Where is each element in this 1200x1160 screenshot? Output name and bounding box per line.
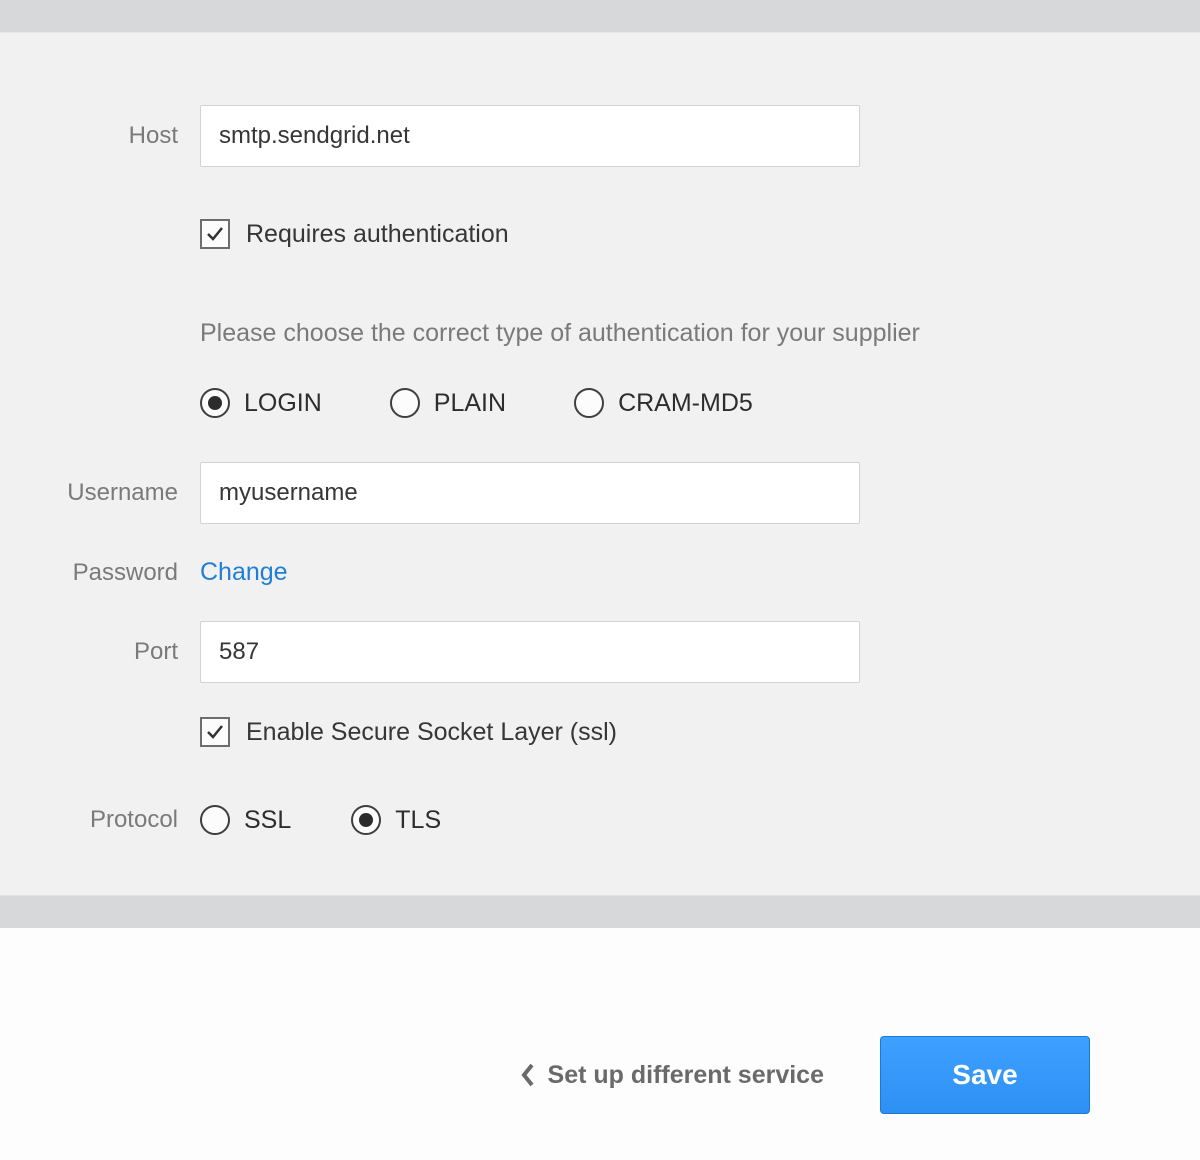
auth-type-group: LOGIN PLAIN CRAM-MD5 xyxy=(200,388,753,418)
header-accent xyxy=(0,0,1200,32)
requires-auth-checkbox[interactable] xyxy=(200,219,230,249)
username-input[interactable] xyxy=(200,462,860,524)
auth-type-login-radio[interactable] xyxy=(200,388,230,418)
enable-ssl-checkbox[interactable] xyxy=(200,717,230,747)
password-label: Password xyxy=(20,559,200,587)
port-input[interactable] xyxy=(200,621,860,683)
protocol-tls-radio[interactable] xyxy=(351,805,381,835)
auth-type-plain-label: PLAIN xyxy=(434,389,506,418)
password-change-link[interactable]: Change xyxy=(200,558,288,587)
save-button[interactable]: Save xyxy=(880,1036,1090,1114)
auth-type-cram-label: CRAM-MD5 xyxy=(618,389,753,418)
auth-type-login-label: LOGIN xyxy=(244,389,322,418)
setup-different-service-link[interactable]: Set up different service xyxy=(520,1061,824,1090)
username-label: Username xyxy=(20,479,200,507)
settings-panel: Host Requires authentication Please choo… xyxy=(0,32,1200,896)
footer: Set up different service Save xyxy=(0,980,1200,1114)
setup-different-service-label: Set up different service xyxy=(548,1061,824,1090)
protocol-tls-label: TLS xyxy=(395,806,441,835)
enable-ssl-label: Enable Secure Socket Layer (ssl) xyxy=(246,718,617,747)
requires-auth-label: Requires authentication xyxy=(246,220,509,249)
protocol-ssl-label: SSL xyxy=(244,806,291,835)
auth-helper-text: Please choose the correct type of authen… xyxy=(200,319,920,348)
host-input[interactable] xyxy=(200,105,860,167)
protocol-group: SSL TLS xyxy=(200,805,441,835)
port-label: Port xyxy=(20,638,200,666)
protocol-ssl-radio[interactable] xyxy=(200,805,230,835)
check-icon xyxy=(205,722,225,742)
check-icon xyxy=(205,224,225,244)
footer-accent xyxy=(0,896,1200,928)
host-label: Host xyxy=(20,122,200,150)
chevron-left-icon xyxy=(520,1062,536,1088)
auth-type-cram-radio[interactable] xyxy=(574,388,604,418)
protocol-label: Protocol xyxy=(20,806,200,834)
auth-type-plain-radio[interactable] xyxy=(390,388,420,418)
